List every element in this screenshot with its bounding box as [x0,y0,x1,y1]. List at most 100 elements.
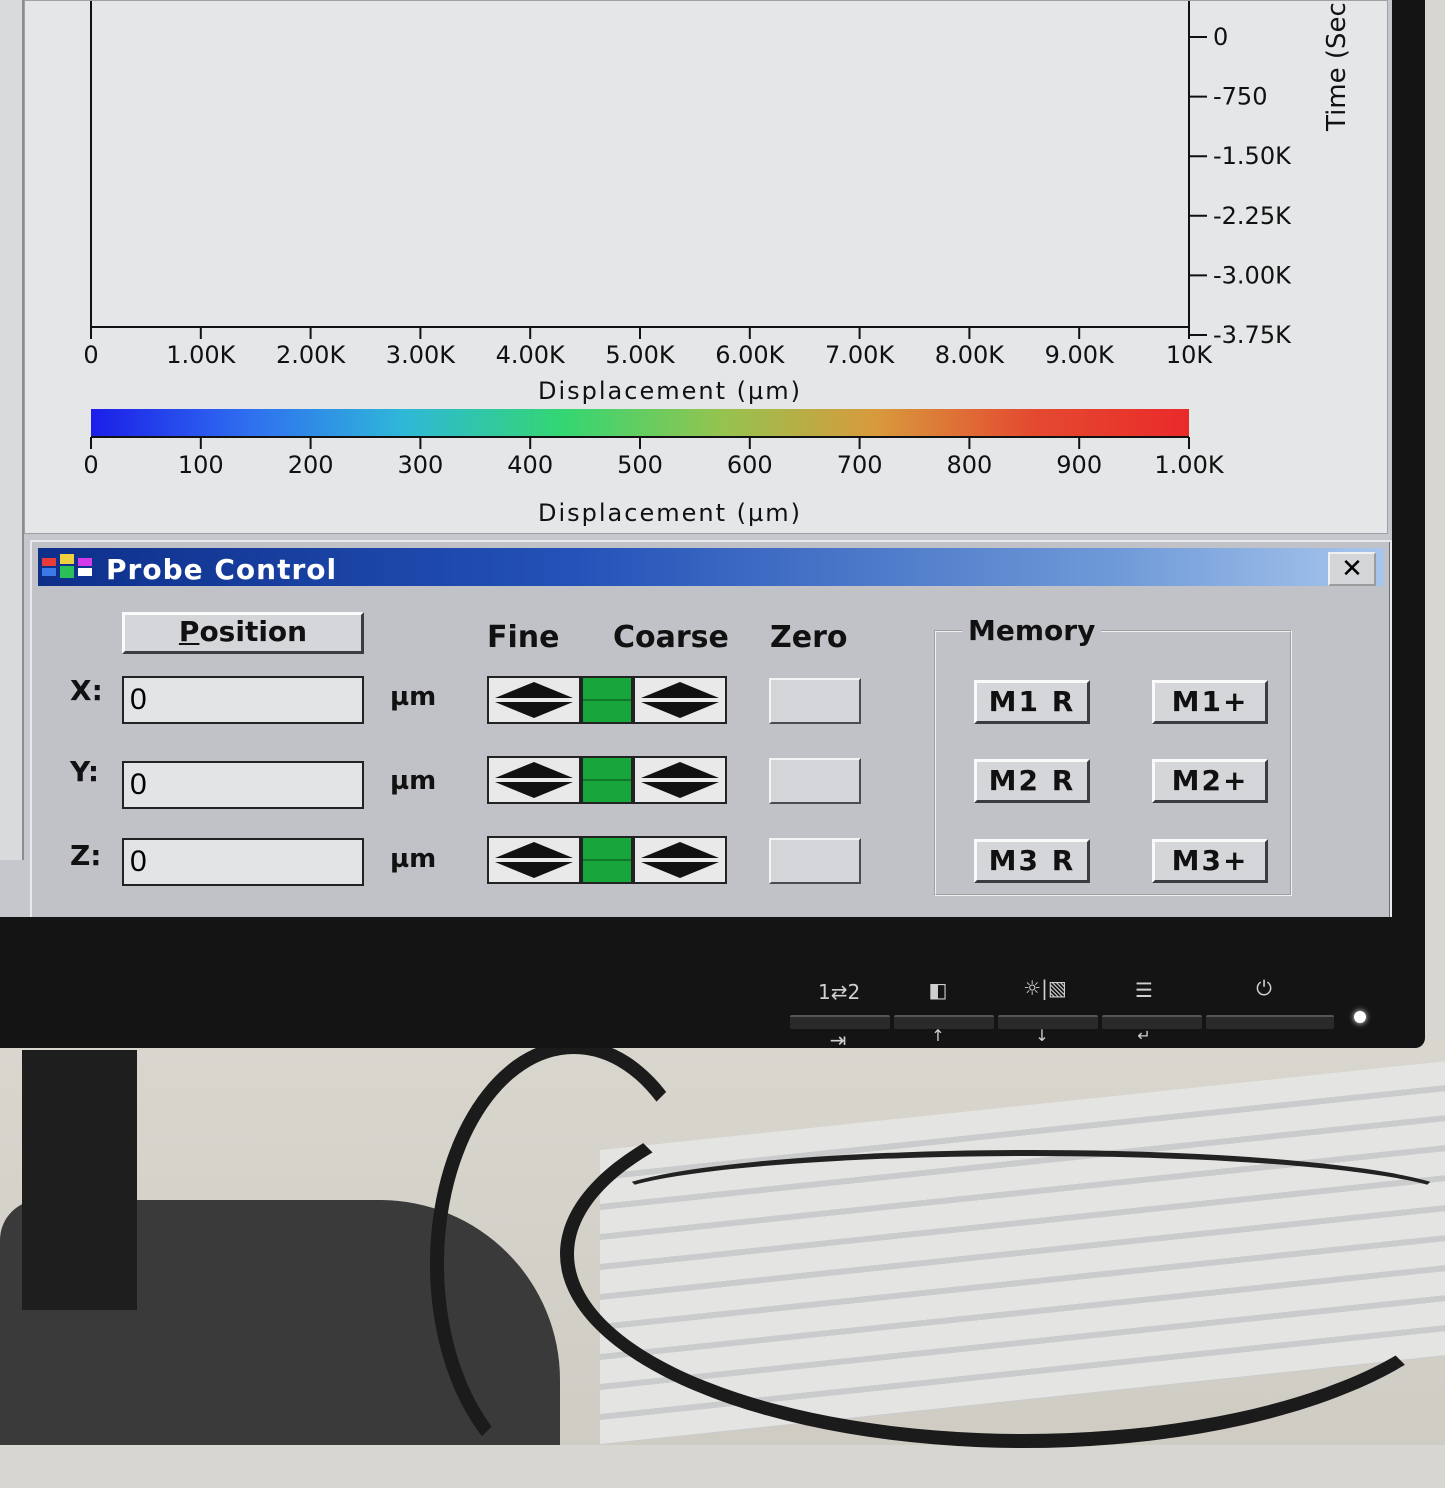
main-plot: 0 1.00K 2.00K 3.00K 4.00K 5.00K 6.00K 7.00K 8.00… [83,0,1352,405]
colorbar-tick-label: 600 [727,451,773,479]
double-arrow-icon [641,682,719,718]
colorbar-tick-label: 300 [397,451,443,479]
cable [560,1060,1445,1448]
plot-window: 0 1.00K 2.00K 3.00K 4.00K 5.00K 6.00K 7.00K 8.00… [24,0,1388,534]
z-step-indicator [581,836,633,884]
close-icon: ✕ [1341,554,1363,584]
displacement-chart: 0 1.00K 2.00K 3.00K 4.00K 5.00K 6.00K 7.00K 8.00… [83,0,1352,527]
up-arrow-icon [495,762,573,778]
fine-column-header: Fine [487,620,560,655]
y-step-indicator [581,756,633,804]
monitor-screen: 0 1.00K 2.00K 3.00K 4.00K 5.00K 6.00K 7.00K 8.00… [0,0,1392,917]
x-tick-label: 4.00K [496,341,566,369]
up-arrow-icon [495,842,573,858]
z-unit-label: µm [390,844,437,874]
probe-control-dialog: Probe Control ✕ Position Fine Coarse Zer… [30,540,1392,917]
colorbar-gradient [91,409,1189,437]
down-arrow-icon [495,862,573,878]
y-tick-label: -750 [1213,83,1267,111]
z-zero-button[interactable] [769,838,861,884]
down-arrow-icon [641,862,719,878]
x-axis-title: Displacement (µm) [538,377,802,405]
m2-store-button[interactable]: M2+ [1152,759,1268,803]
down-arrow-icon [495,702,573,718]
power-icon: ⏻ [1256,976,1272,1000]
y-unit-label: µm [390,766,437,796]
window-title: Probe Control [106,553,338,586]
monitor-power-key[interactable] [1206,1015,1334,1029]
z-coarse-step-button[interactable] [633,836,727,884]
x-tick-label: 10K [1166,341,1214,369]
x-position-input[interactable]: 0 [122,676,364,724]
y-fine-step-button[interactable] [487,756,581,804]
z-position-input[interactable]: 0 [122,838,364,886]
y-tick-label: 0 [1213,23,1228,51]
down-arrow-icon [495,782,573,798]
y-position-input[interactable]: 0 [122,761,364,809]
z-fine-step-button[interactable] [487,836,581,884]
x-coarse-step-button[interactable] [633,676,727,724]
up-arrow-icon [641,842,719,858]
power-led [1354,1011,1366,1023]
x-step-indicator [581,676,633,724]
x-fine-step-button[interactable] [487,676,581,724]
close-button[interactable]: ✕ [1328,552,1376,586]
app-icon [42,554,92,578]
m2-recall-button[interactable]: M2 R [974,759,1090,803]
m3-store-button[interactable]: M3+ [1152,839,1268,883]
y-axis-title: Time (Seco [1322,1,1352,132]
colorbar-tick-label: 500 [617,451,663,479]
x-tick-label: 3.00K [386,341,456,369]
m1-store-button[interactable]: M1+ [1152,680,1268,724]
x-tick-label: 9.00K [1045,341,1115,369]
x-tick-label: 8.00K [935,341,1005,369]
down-arrow-icon [641,702,719,718]
monitor-key-1[interactable] [790,1015,890,1029]
enter-icon: ↵ [1137,1026,1151,1045]
m1-recall-button[interactable]: M1 R [974,680,1090,724]
colorbar-tick-label: 1.00K [1154,451,1224,479]
monitor-bezel: 0 1.00K 2.00K 3.00K 4.00K 5.00K 6.00K 7.00K 8.00… [0,0,1425,1052]
cable [600,1150,1445,1252]
up-arrow-icon: ↑ [931,1026,945,1045]
double-arrow-icon [495,682,573,718]
x-zero-button[interactable] [769,678,861,724]
title-bar: Probe Control ✕ [38,548,1384,586]
x-tick-label: 2.00K [276,341,346,369]
x-stepper [487,676,727,724]
x-tick-label: 5.00K [605,341,675,369]
y-zero-button[interactable] [769,758,861,804]
monitor-stand-neck [22,1050,137,1310]
x-tick-label: 7.00K [825,341,895,369]
brightness-icon: ☼|▧ [1023,976,1067,1000]
memory-group: Memory M1 R M1+ M2 R M2+ M3 R M3+ [934,614,1292,896]
memory-legend: Memory [962,614,1102,647]
up-arrow-icon [641,762,719,778]
y-tick-label: -1.50K [1213,142,1292,170]
y-tick-label: -3.00K [1213,261,1292,289]
double-arrow-icon [495,762,573,798]
z-axis-label: Z: [70,839,102,872]
y-stepper [487,756,727,804]
colorbar-tick-label: 800 [946,451,992,479]
left-pane [0,0,24,860]
y-axis-label: Y: [70,755,100,788]
down-arrow-icon [641,782,719,798]
x-axis-label: X: [70,674,103,707]
x-unit-label: µm [390,682,437,712]
z-stepper [487,836,727,884]
x-tick-label: 0 [83,341,98,369]
m3-recall-button[interactable]: M3 R [974,839,1090,883]
x-tick-label: 6.00K [715,341,785,369]
up-arrow-icon [641,682,719,698]
colorbar-axis-title: Displacement (µm) [538,499,802,527]
colorbar-tick-label: 700 [837,451,883,479]
position-button[interactable]: Position [122,612,364,654]
double-arrow-icon [641,842,719,878]
colorbar-tick-label: 100 [178,451,224,479]
y-coarse-step-button[interactable] [633,756,727,804]
colorbar-tick-label: 200 [288,451,334,479]
down-arrow-icon: ↓ [1035,1026,1049,1045]
colorbar-tick-label: 400 [507,451,553,479]
double-arrow-icon [641,762,719,798]
